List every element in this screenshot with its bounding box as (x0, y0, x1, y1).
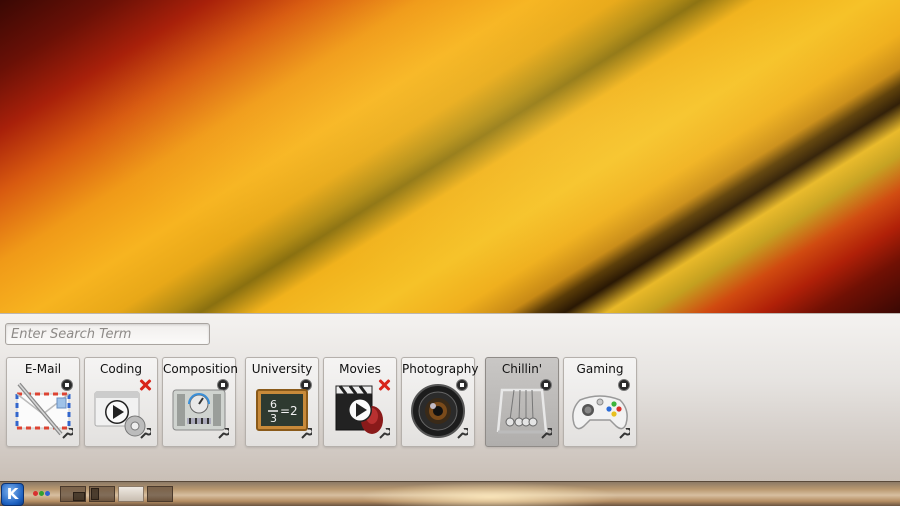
configure-icon[interactable] (217, 428, 229, 440)
activity-label: University (251, 362, 313, 376)
pager-desktop-4[interactable] (147, 486, 173, 502)
configure-icon[interactable] (618, 428, 630, 440)
activity-movies[interactable]: Movies (323, 357, 397, 447)
configure-icon[interactable] (378, 428, 390, 440)
taskbar: K (0, 481, 900, 506)
activity-photography[interactable]: Photography (401, 357, 479, 447)
svg-text:6: 6 (270, 398, 277, 411)
desktop-wallpaper (0, 0, 900, 313)
svg-text:=2: =2 (280, 404, 298, 418)
activity-label: Chillin' (501, 362, 543, 376)
pager-desktop-1[interactable] (60, 486, 86, 502)
configure-icon[interactable] (139, 428, 151, 440)
configure-icon[interactable] (540, 428, 552, 440)
configure-icon[interactable] (61, 428, 73, 440)
activity-label: Movies (339, 362, 381, 376)
activity-chillin[interactable]: Chillin' (485, 357, 559, 447)
activity-composition[interactable]: Composition (162, 357, 238, 447)
application-launcher-button[interactable]: K (1, 483, 24, 506)
configure-icon[interactable] (300, 428, 312, 440)
activity-label: E-Mail (24, 362, 62, 376)
activity-university[interactable]: University 6 3 =2 (245, 357, 319, 447)
svg-text:3: 3 (270, 412, 277, 425)
activity-label: Composition (163, 362, 238, 376)
activity-manager-panel: E-Mail Coding (0, 313, 900, 481)
activity-coding[interactable]: Coding (84, 357, 158, 447)
activity-email[interactable]: E-Mail (6, 357, 80, 447)
activity-label: Photography (402, 362, 479, 376)
search-input[interactable] (5, 323, 210, 345)
pager-desktop-3[interactable] (118, 486, 144, 502)
configure-icon[interactable] (456, 428, 468, 440)
activity-gaming[interactable]: Gaming (563, 357, 637, 447)
activity-manager-icon[interactable] (33, 491, 51, 498)
activity-label: Gaming (576, 362, 624, 376)
pager-desktop-2[interactable] (89, 486, 115, 502)
activity-label: Coding (100, 362, 142, 376)
